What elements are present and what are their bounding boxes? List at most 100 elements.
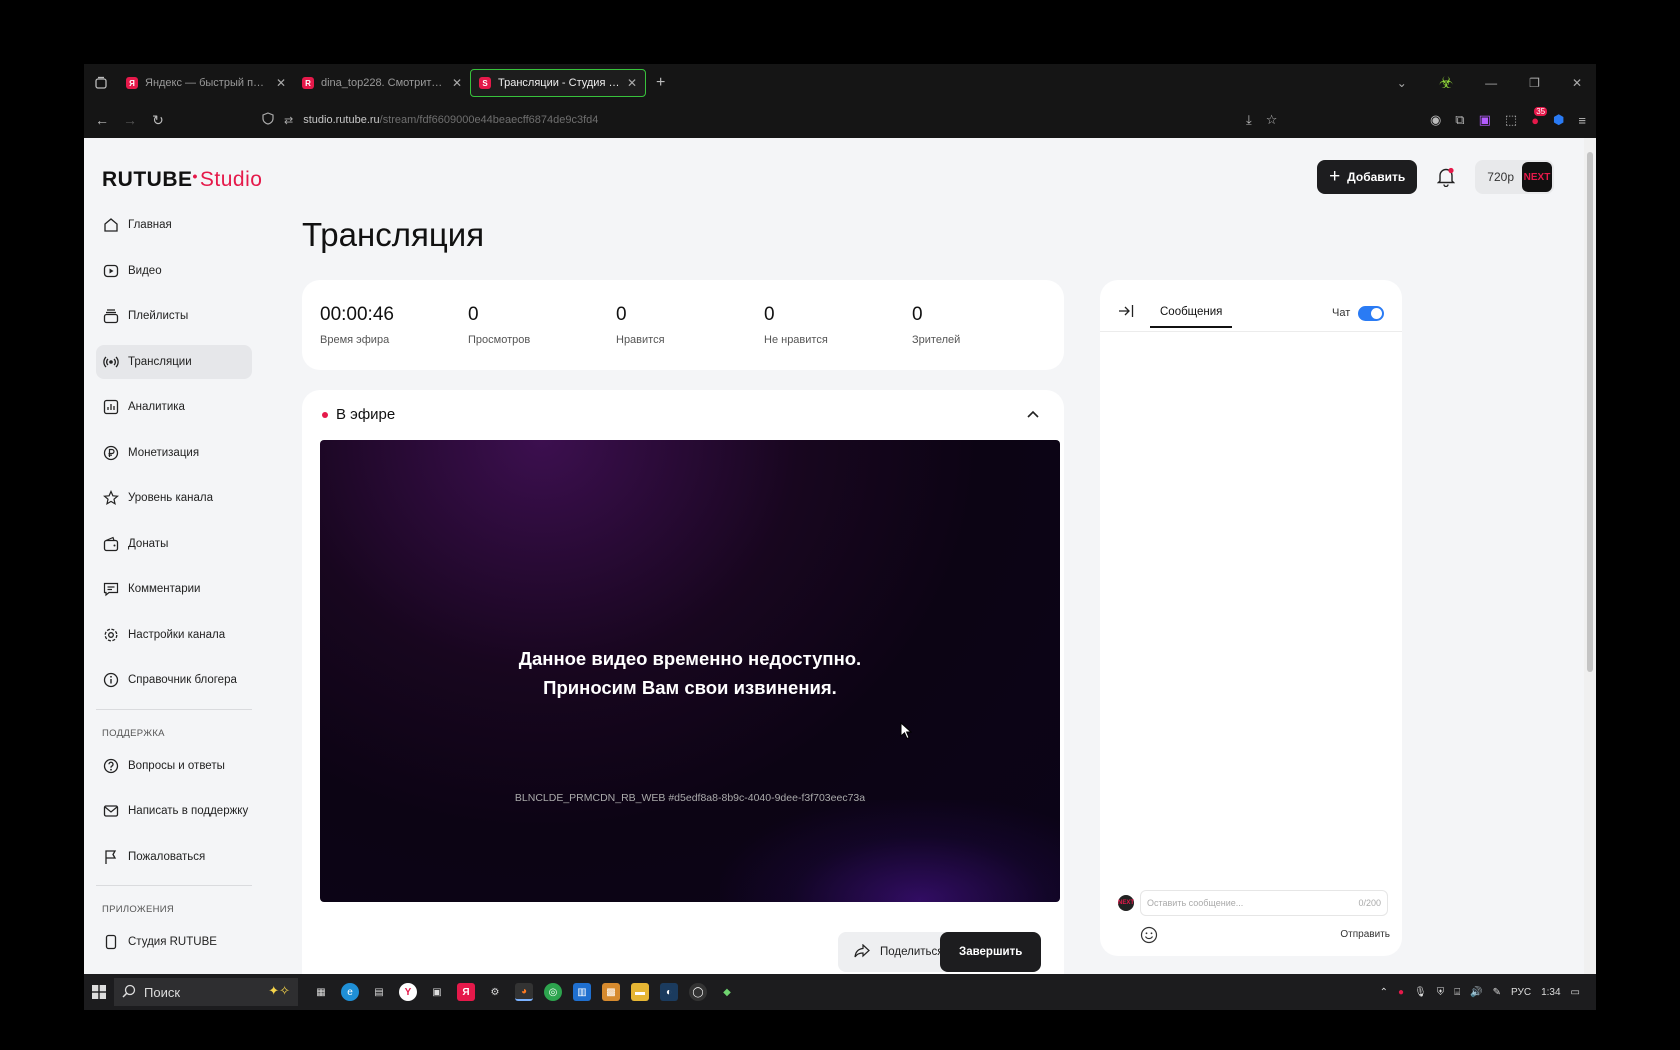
restore-icon[interactable]: ❐: [1529, 76, 1540, 90]
screenshot-icon[interactable]: ⬚: [1505, 112, 1517, 128]
mouse-cursor-icon: [900, 721, 913, 745]
browser-tab-active[interactable]: S Трансляции - Студия RUTUBE ✕: [470, 69, 646, 97]
pen-icon[interactable]: ✎: [1493, 987, 1501, 998]
video-player[interactable]: Данное видео временно недоступно. Принос…: [320, 440, 1060, 902]
emoji-icon[interactable]: [1140, 926, 1158, 949]
sidebar-divider: [96, 708, 252, 710]
sidebar-item-donations[interactable]: Донаты: [96, 527, 252, 561]
calculator-icon[interactable]: ▣: [428, 983, 446, 1001]
sidebar-item-comments[interactable]: Комментарии: [96, 572, 252, 606]
sidebar-item-contact-support[interactable]: Написать в поддержку: [96, 794, 252, 828]
firefox-icon[interactable]: ◕: [515, 983, 533, 1001]
file-explorer-icon[interactable]: ▬: [631, 983, 649, 1001]
yandex-tray-icon[interactable]: ●: [1398, 987, 1404, 998]
reload-icon[interactable]: ↻: [144, 112, 172, 129]
sidebar-item-home[interactable]: Главная: [96, 208, 252, 242]
notification-center-icon[interactable]: ▭: [1571, 987, 1580, 998]
sidebar-item-analytics[interactable]: Аналитика: [96, 390, 252, 424]
windows-start-icon[interactable]: [84, 985, 114, 999]
stream-stats-card: 00:00:46 Время эфира 0 Просмотров 0 Нрав…: [302, 280, 1064, 370]
url-field[interactable]: ⇄ studio.rutube.ru/stream/fdf6609000e44b…: [262, 112, 598, 128]
defender-icon[interactable]: ⛨: [1437, 987, 1445, 998]
send-button[interactable]: Отправить: [1340, 929, 1390, 940]
tab-list-chevron-icon[interactable]: ⌄: [1397, 76, 1407, 90]
sidebar-item-label: Настройки канала: [128, 628, 226, 641]
browser-tab[interactable]: R dina_top228. Смотрите видео ✕: [294, 69, 470, 97]
chat-toggle[interactable]: [1358, 306, 1384, 321]
apps-heading: ПРИЛОЖЕНИЯ: [102, 904, 175, 915]
store-icon[interactable]: ▤: [370, 983, 388, 1001]
download-page-icon[interactable]: ⤓: [1246, 112, 1252, 128]
taskbar-search[interactable]: Поиск ✦✧: [114, 978, 298, 1006]
collapse-panel-icon[interactable]: [1118, 304, 1134, 323]
language-indicator[interactable]: РУС: [1511, 987, 1531, 998]
browser-tab[interactable]: Я Яндекс — быстрый поиск в и... ✕: [118, 69, 294, 97]
screen: Я Яндекс — быстрый поиск в и... ✕ R dina…: [84, 64, 1596, 1010]
site-settings-icon[interactable]: ⇄: [284, 114, 293, 127]
new-tab-icon[interactable]: +: [656, 74, 665, 92]
biohazard-profile-icon[interactable]: ☣: [1439, 73, 1453, 93]
tab-overview-icon[interactable]: [84, 64, 118, 102]
scrollbar-thumb[interactable]: [1587, 152, 1593, 672]
close-tab-icon[interactable]: ✕: [276, 76, 286, 90]
clock[interactable]: 1:34: [1541, 987, 1560, 998]
sidebar-item-monetization[interactable]: Монетизация: [96, 436, 252, 470]
gear-icon: [102, 626, 120, 644]
tray-chevron-up-icon[interactable]: ⌃: [1380, 987, 1388, 998]
live-dot-icon: [322, 411, 328, 418]
bookmark-star-icon[interactable]: ☆: [1266, 112, 1278, 128]
quality-and-avatar[interactable]: 720p NEXT: [1475, 160, 1554, 194]
close-tab-icon[interactable]: ✕: [627, 76, 637, 90]
task-view-icon[interactable]: ▦: [312, 983, 330, 1001]
account-icon[interactable]: ◉: [1430, 112, 1441, 128]
outlook-icon[interactable]: ▥: [573, 983, 591, 1001]
forward-arrow-icon[interactable]: →: [116, 112, 144, 128]
green-app-icon[interactable]: ◎: [544, 983, 562, 1001]
tab-messages[interactable]: Сообщения: [1150, 306, 1233, 328]
extensions-icon[interactable]: ⧉: [1455, 112, 1464, 128]
end-stream-button[interactable]: Завершить: [940, 932, 1042, 972]
notification-extension-icon[interactable]: ● 35: [1531, 106, 1548, 128]
sidebar-item-studio-app[interactable]: Студия RUTUBE: [96, 925, 252, 959]
comment-icon: [102, 580, 120, 598]
network-icon[interactable]: ⌸: [1454, 987, 1460, 998]
avatar[interactable]: NEXT: [1522, 162, 1552, 192]
sidebar-item-broadcasts[interactable]: Трансляции: [96, 344, 252, 379]
sidebar-item-blogger-guide[interactable]: Справочник блогера: [96, 663, 252, 697]
sidebar-item-playlists[interactable]: Плейлисты: [96, 299, 252, 333]
purple-extension-icon[interactable]: ▣: [1479, 112, 1491, 128]
edge-icon[interactable]: e: [341, 983, 359, 1001]
obs-icon[interactable]: ◯: [689, 983, 707, 1001]
shield-icon[interactable]: [262, 112, 274, 128]
stat-likes: 0 Нравится: [616, 304, 764, 370]
sidebar-item-channel-settings[interactable]: Настройки канала: [96, 618, 252, 652]
yandex-icon[interactable]: Я: [457, 983, 475, 1001]
package-icon[interactable]: ▩: [602, 983, 620, 1001]
back-arrow-icon[interactable]: ←: [88, 112, 116, 128]
sidebar-item-report[interactable]: Пожаловаться: [96, 840, 252, 874]
sidebar-item-faq[interactable]: Вопросы и ответы: [96, 749, 252, 783]
notifications-bell-icon[interactable]: [1429, 160, 1463, 194]
yandex-browser-icon[interactable]: Y: [399, 983, 417, 1001]
menu-icon[interactable]: ≡: [1578, 113, 1586, 128]
search-icon: [122, 984, 136, 1001]
settings-gear-icon[interactable]: ⚙: [486, 983, 504, 1001]
add-button[interactable]: + Добавить: [1317, 160, 1418, 194]
message-input[interactable]: Оставить сообщение... 0/200: [1140, 890, 1388, 916]
rutube-studio-logo[interactable]: RUTUBE•Studio: [102, 168, 262, 192]
close-tab-icon[interactable]: ✕: [452, 76, 462, 90]
tab-title: dina_top228. Смотрите видео: [321, 77, 446, 89]
minimize-icon[interactable]: —: [1485, 76, 1497, 90]
page-scrollbar[interactable]: [1584, 138, 1596, 974]
add-button-label: Добавить: [1347, 170, 1406, 184]
chevron-up-icon[interactable]: [1026, 406, 1040, 424]
volume-icon[interactable]: 🔊: [1470, 987, 1482, 998]
microphone-icon[interactable]: 🎙: [1414, 987, 1427, 998]
steam-icon[interactable]: ◐: [660, 983, 678, 1001]
launcher-icon[interactable]: ◆: [718, 983, 736, 1001]
sidebar-item-video[interactable]: Видео: [96, 254, 252, 288]
close-window-icon[interactable]: ✕: [1572, 76, 1582, 90]
stat-label: Просмотров: [468, 334, 531, 346]
blue-shield-extension-icon[interactable]: ⬢: [1553, 112, 1564, 128]
sidebar-item-channel-level[interactable]: Уровень канала: [96, 481, 252, 515]
